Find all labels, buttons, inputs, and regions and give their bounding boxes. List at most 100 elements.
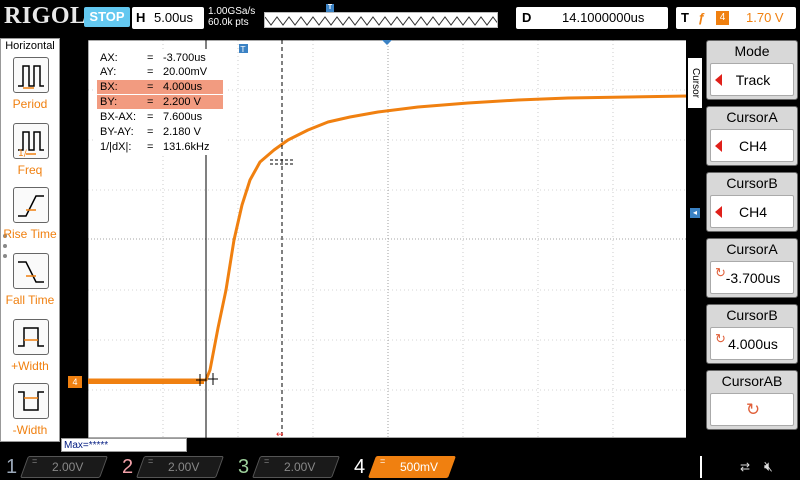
softkey-value: CH4	[738, 204, 767, 220]
softkey-value-box: ↻ 4.000us	[710, 327, 794, 360]
measure-positive-width[interactable]: +Width	[1, 319, 59, 383]
readout-eq: =	[147, 81, 154, 93]
channel-4-indicator[interactable]: 4 = 500mV	[348, 454, 457, 480]
mode-softkey[interactable]: Mode Track	[706, 40, 798, 100]
coupling-icon: =	[32, 456, 38, 466]
memory-depth: 60.0k pts	[208, 17, 249, 28]
usb-icon: ⇄	[740, 460, 751, 474]
softkey-title: CursorB	[726, 307, 778, 323]
rise-time-label: Rise Time	[3, 227, 57, 241]
readout-key: 1/|dX|:	[100, 141, 132, 153]
channel-3-indicator[interactable]: 3 = 2.00V	[232, 454, 341, 480]
channel-2-indicator[interactable]: 2 = 2.00V	[116, 454, 225, 480]
positive-width-icon	[13, 319, 49, 355]
readout-eq: =	[147, 141, 154, 153]
readout-eq: =	[147, 66, 154, 78]
measure-fall-time[interactable]: Fall Time	[1, 253, 59, 317]
trigger-slope-icon: ƒ	[698, 10, 706, 25]
measure-period[interactable]: Period	[1, 57, 59, 121]
channel-number: 3	[238, 456, 250, 478]
softkey-value-box: ↻ -3.700us	[710, 261, 794, 294]
run-stop-status[interactable]: STOP	[84, 7, 130, 27]
softkey-value-box: CH4	[710, 129, 794, 162]
channel-number: 1	[6, 456, 18, 478]
readout-key: AX:	[100, 52, 118, 64]
negative-width-label: -Width	[12, 423, 48, 437]
speaker-mute-icon[interactable]: 🔇︎	[764, 458, 773, 475]
readout-eq: =	[147, 52, 154, 64]
delay-box[interactable]: D 14.1000000us	[516, 7, 668, 29]
readout-eq: =	[147, 96, 154, 108]
cursor-a-position-softkey[interactable]: CursorA ↻ -3.700us	[706, 238, 798, 298]
channel-scale: 2.00V	[168, 460, 200, 474]
channel-scale: 2.00V	[52, 460, 84, 474]
trigger-channel: 4	[716, 11, 729, 25]
brand-logo: RIGOL	[4, 3, 87, 29]
coupling-icon: =	[264, 456, 270, 466]
softkey-value: Track	[735, 72, 771, 88]
readout-value: 2.200 V	[163, 96, 201, 108]
cursor-readout-panel: AX: = -3.700us AY: = 20.00mV BX: = 4.000…	[95, 49, 225, 155]
menu-title: Horizontal	[5, 40, 55, 52]
readout-value: 7.600us	[163, 111, 203, 123]
measure-freq[interactable]: 1/ Freq	[1, 123, 59, 187]
channel-scale: 2.00V	[284, 460, 316, 474]
channel-scale: 500mV	[400, 460, 439, 474]
readout-row-highlighted: BY: = 2.200 V	[97, 95, 223, 109]
readout-value: 131.6kHz	[163, 141, 210, 153]
channel-number: 2	[122, 456, 134, 478]
period-icon	[13, 57, 49, 93]
svg-text:T: T	[240, 45, 246, 54]
timebase-value: 5.00us	[154, 10, 194, 25]
coupling-icon: =	[380, 456, 386, 466]
svg-text:↔: ↔	[276, 430, 284, 438]
sample-info: 1.00GSa/s 60.0k pts	[208, 6, 255, 28]
softkey-value-box: Track	[710, 63, 794, 96]
menu-collapse-icon[interactable]	[700, 456, 736, 478]
delay-value: 14.1000000us	[562, 10, 645, 25]
readout-row: AY: = 20.00mV	[97, 65, 223, 79]
readout-key: BY-AY:	[100, 126, 134, 138]
readout-value: 2.180 V	[163, 126, 201, 138]
readout-key: BX:	[100, 81, 118, 93]
softkey-title: CursorB	[726, 175, 778, 191]
readout-value: -3.700us	[163, 52, 206, 64]
readout-value: 20.00mV	[163, 66, 208, 78]
sample-rate: 1.00GSa/s	[208, 6, 256, 17]
cursor-b-position-softkey[interactable]: CursorB ↻ 4.000us	[706, 304, 798, 364]
channel-1-indicator[interactable]: 1 = 2.00V	[0, 454, 109, 480]
fall-time-label: Fall Time	[5, 293, 55, 307]
measure-rise-time[interactable]: Rise Time	[1, 187, 59, 251]
horizontal-measure-menu: Horizontal Period 1/ Freq Rise Time Fall…	[0, 38, 60, 442]
trigger-letter: T	[681, 10, 689, 25]
readout-row: BX-AX: = 7.600us	[97, 110, 223, 124]
coupling-icon: =	[148, 456, 154, 466]
softkey-title: CursorA	[726, 109, 778, 125]
channel-bar: 1 = 2.00V 2 = 2.00V 3 = 2.00V 4 = 500mV …	[0, 452, 800, 480]
readout-eq: =	[147, 126, 154, 138]
readout-row: BY-AY: = 2.180 V	[97, 125, 223, 139]
measure-negative-width[interactable]: -Width	[1, 383, 59, 447]
softkey-title: CursorA	[726, 241, 778, 257]
softkey-value: -3.700us	[725, 270, 781, 286]
timebase-letter: H	[136, 10, 146, 25]
timebase-box[interactable]: H 5.00us	[132, 7, 204, 29]
channel-number: 4	[354, 456, 366, 478]
rise-time-icon	[13, 187, 49, 223]
ch4-trigger-level-marker: ◂	[690, 208, 700, 218]
measurement-result-bar: Max=*****	[61, 438, 187, 452]
readout-value: 4.000us	[163, 81, 203, 93]
cursor-a-source-softkey[interactable]: CursorA CH4	[706, 106, 798, 166]
readout-row: AX: = -3.700us	[97, 51, 223, 65]
ch4-offset-marker[interactable]: 4	[68, 376, 82, 388]
memory-waveform-icon	[265, 16, 497, 26]
trigger-box[interactable]: T ƒ 4 1.70 V	[676, 7, 796, 29]
cursor-ab-softkey[interactable]: CursorAB ↻	[706, 370, 798, 430]
period-label: Period	[12, 97, 48, 111]
readout-row: 1/|dX|: = 131.6kHz	[97, 140, 223, 154]
trigger-level: 1.70 V	[746, 10, 784, 25]
cursor-b-source-softkey[interactable]: CursorB CH4	[706, 172, 798, 232]
softkey-title: Mode	[734, 43, 770, 59]
softkey-value: 4.000us	[728, 336, 778, 352]
softkey-title: CursorAB	[721, 373, 783, 389]
